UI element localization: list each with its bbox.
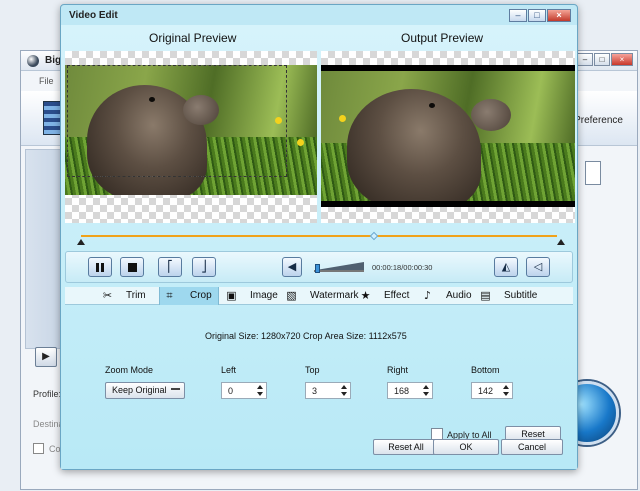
right-value: 168	[394, 386, 410, 396]
main-app-title: Big	[45, 55, 62, 66]
dialog-title: Video Edit	[69, 10, 118, 21]
original-preview-canvas	[65, 51, 317, 223]
zoom-mode-label: Zoom Mode	[105, 365, 154, 375]
playback-controls: ⎡ ⎦ ◀ 00:00:18/00:00:30 ◭ ◁	[65, 251, 573, 283]
close-icon[interactable]: ×	[611, 53, 633, 66]
rotate-icon: ◁	[533, 260, 543, 273]
flip-horizontal-icon: ◭	[501, 260, 511, 273]
tab-image[interactable]: ▣ Image	[225, 287, 285, 305]
output-preview-canvas	[321, 51, 575, 223]
minimize-icon[interactable]: –	[577, 53, 593, 66]
stop-button[interactable]	[120, 257, 144, 277]
speaker-icon: ◀	[287, 260, 297, 273]
left-label: Left	[221, 365, 237, 375]
tab-trim[interactable]: ✂ Trim	[101, 287, 157, 305]
zoom-mode-value: Keep Original	[112, 385, 167, 395]
output-preview-label: Output Preview	[401, 31, 484, 45]
crop-size-info: Original Size: 1280x720 Crop Area Size: …	[205, 331, 407, 341]
spin-arrows-icon[interactable]	[502, 385, 510, 396]
play-button[interactable]: ▶	[35, 347, 57, 367]
volume-button[interactable]: ◀	[282, 257, 302, 277]
crop-panel: Original Size: 1280x720 Crop Area Size: …	[65, 307, 573, 461]
top-label: Top	[305, 365, 320, 375]
tab-crop[interactable]: ⌗ Crop	[159, 287, 219, 305]
combine-checkbox[interactable]	[33, 443, 44, 454]
maximize-icon[interactable]: □	[594, 53, 610, 66]
crop-icon: ⌗	[166, 289, 173, 302]
subtitle-icon: ▤	[480, 289, 491, 302]
spin-arrows-icon[interactable]	[422, 385, 430, 396]
right-spinbox[interactable]: 168	[387, 382, 433, 399]
spin-arrows-icon[interactable]	[256, 385, 264, 396]
tab-audio[interactable]: ♪ Audio	[421, 287, 473, 305]
bottom-spinbox[interactable]: 142	[471, 382, 513, 399]
top-value: 3	[312, 386, 318, 396]
watermark-icon: ▧	[286, 289, 297, 302]
trim-start-marker[interactable]	[77, 239, 85, 245]
edit-tabs: ✂ Trim ⌗ Crop ▣ Image ▧ Watermark ★ Effe…	[65, 287, 573, 305]
menu-file[interactable]: File	[39, 76, 54, 86]
reset-all-button[interactable]: Reset All	[373, 439, 439, 455]
zoom-mode-select[interactable]: Keep Original	[105, 382, 185, 399]
dropdown-icon	[171, 388, 180, 390]
playhead[interactable]	[369, 231, 379, 241]
top-spinbox[interactable]: 3	[305, 382, 351, 399]
destination-label: Destina	[33, 419, 64, 429]
spin-arrows-icon[interactable]	[340, 385, 348, 396]
bottom-label: Bottom	[471, 365, 500, 375]
combine-label: Co	[49, 444, 61, 454]
left-value: 0	[228, 386, 234, 396]
dialog-close-icon[interactable]: ×	[547, 9, 571, 22]
dialog-window-buttons: – □ ×	[508, 9, 571, 22]
timeline-track[interactable]	[81, 235, 557, 237]
tab-subtitle[interactable]: ▤ Subtitle	[479, 287, 539, 305]
app-logo-icon	[27, 55, 39, 67]
volume-slider-thumb[interactable]	[315, 264, 320, 273]
video-edit-dialog: Video Edit – □ × Original Preview Output P…	[60, 4, 578, 470]
volume-slider[interactable]	[314, 270, 364, 272]
set-start-button[interactable]: ⎡	[158, 257, 182, 277]
volume-level-indicator	[316, 262, 364, 270]
flip-horizontal-button[interactable]: ◭	[494, 257, 518, 277]
pause-button[interactable]	[88, 257, 112, 277]
rotate-button[interactable]: ◁	[526, 257, 550, 277]
playback-time: 00:00:18/00:00:30	[372, 263, 433, 272]
mark-in-icon: ⎡	[167, 260, 173, 273]
cancel-button[interactable]: Cancel	[501, 439, 563, 455]
bottom-value: 142	[478, 386, 494, 396]
left-spinbox[interactable]: 0	[221, 382, 267, 399]
dialog-minimize-icon[interactable]: –	[509, 9, 527, 22]
stop-icon	[128, 263, 137, 272]
trim-end-marker[interactable]	[557, 239, 565, 245]
music-note-icon: ♪	[423, 289, 432, 302]
file-list-pane	[25, 149, 61, 349]
original-preview-label: Original Preview	[149, 31, 237, 45]
crop-area-frame[interactable]	[67, 65, 287, 177]
right-label: Right	[387, 365, 409, 375]
set-end-button[interactable]: ⎦	[192, 257, 216, 277]
main-window-buttons: – □ ×	[576, 53, 633, 66]
tab-watermark[interactable]: ▧ Watermark	[285, 287, 358, 305]
star-icon: ★	[360, 289, 371, 302]
pause-icon	[96, 263, 104, 272]
image-icon: ▣	[226, 289, 237, 302]
dialog-maximize-icon[interactable]: □	[528, 9, 546, 22]
scissors-icon: ✂	[102, 289, 113, 302]
document-icon[interactable]	[585, 161, 601, 185]
ok-button[interactable]: OK	[433, 439, 499, 455]
tab-effect[interactable]: ★ Effect	[359, 287, 415, 305]
dialog-body: Original Preview Output Preview ⎡ ⎦ ◀ 00…	[61, 25, 577, 469]
preference-button[interactable]: Preference	[574, 115, 623, 126]
profile-label: Profile:	[33, 389, 62, 399]
output-video-frame	[321, 71, 575, 201]
mark-out-icon: ⎦	[201, 260, 207, 273]
